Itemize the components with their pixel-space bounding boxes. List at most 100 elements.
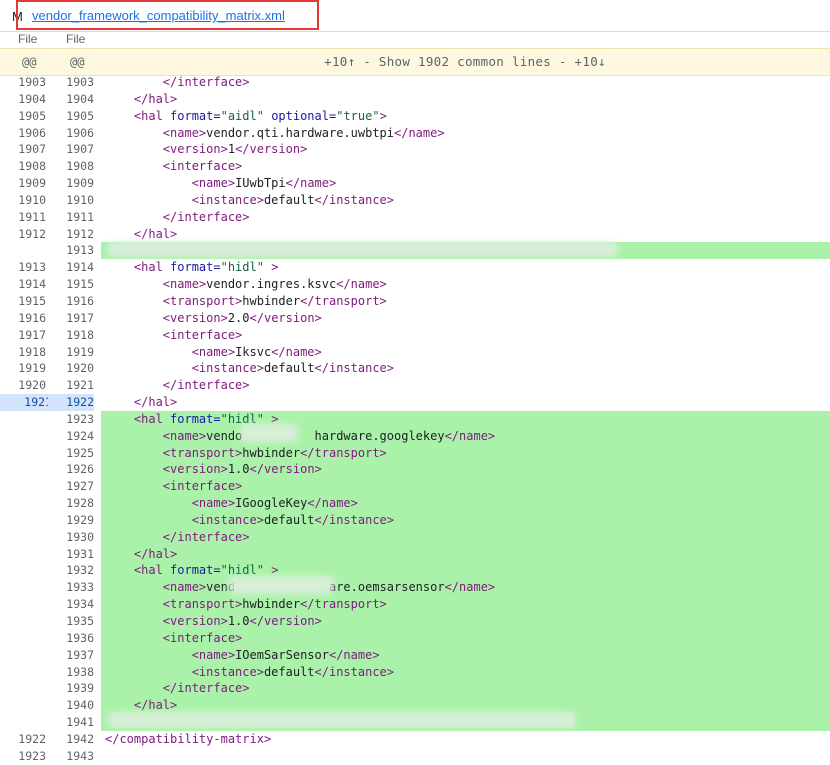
left-line-number[interactable]: 1905 bbox=[0, 108, 46, 125]
right-line-number[interactable]: 1905 bbox=[48, 108, 94, 125]
code-token-tag: <interface> bbox=[162, 630, 243, 645]
right-line-number[interactable]: 1924 bbox=[48, 428, 94, 445]
right-line-number[interactable]: 1907 bbox=[48, 141, 94, 158]
code-content: <instance>default</instance> bbox=[101, 360, 830, 377]
right-line-number[interactable]: 1926 bbox=[48, 461, 94, 478]
left-line-number[interactable]: 1911 bbox=[0, 209, 46, 226]
code-content: <transport>hwbinder</transport> bbox=[101, 596, 830, 613]
right-line-number[interactable]: 1941 bbox=[48, 714, 94, 731]
skip-common-lines-bar[interactable]: @@ @@ +10↑ - Show 1902 common lines - +1… bbox=[0, 48, 830, 76]
left-line-number[interactable]: 1912 bbox=[0, 226, 46, 243]
right-line-number[interactable]: 1934 bbox=[48, 596, 94, 613]
code-token-tag: <interface> bbox=[162, 479, 243, 494]
right-line-number[interactable]: 1923 bbox=[48, 411, 94, 428]
code-content: <interface> bbox=[101, 478, 830, 496]
left-line-number[interactable]: 1913 bbox=[0, 259, 46, 276]
left-line-number[interactable]: 1903 bbox=[0, 74, 46, 91]
code-content: <name>Iksvc</name> bbox=[101, 344, 830, 361]
right-line-number[interactable]: 1920 bbox=[48, 360, 94, 377]
right-line-number[interactable]: 1930 bbox=[48, 529, 94, 546]
code-token-txt: default bbox=[263, 361, 315, 376]
left-line-number[interactable]: 1909 bbox=[0, 175, 46, 192]
code-token-tag: </hal> bbox=[133, 546, 178, 561]
left-line-number[interactable]: 1920 bbox=[0, 377, 46, 394]
left-line-number[interactable]: 1918 bbox=[0, 344, 46, 361]
left-line-number[interactable]: 1922 bbox=[0, 731, 46, 748]
added-diff-line: 1937 <name>IOemSarSensor</name> bbox=[0, 646, 830, 664]
left-line-number[interactable]: 1923 bbox=[0, 748, 46, 765]
file-header: M vendor_framework_compatibility_matrix.… bbox=[0, 0, 830, 32]
right-line-number[interactable]: 1916 bbox=[48, 293, 94, 310]
code-token-tag: </compatibility-matrix> bbox=[105, 731, 272, 746]
left-line-number[interactable]: 1907 bbox=[0, 141, 46, 158]
right-line-number[interactable]: 1939 bbox=[48, 680, 94, 697]
diff-lines: 1903 1903 </interface> 1904 1904 </hal> 1905… bbox=[0, 74, 830, 765]
added-diff-line: 1925 <transport>hwbinder</transport> bbox=[0, 444, 830, 462]
code-token-tag: <instance> bbox=[191, 192, 264, 207]
right-line-number[interactable]: 1937 bbox=[48, 647, 94, 664]
left-line-number[interactable]: 1919 bbox=[0, 360, 46, 377]
right-line-number[interactable]: 1913 bbox=[48, 242, 94, 259]
diff-line: 1918 1919 <name>Iksvc</name> bbox=[0, 344, 830, 361]
right-line-number[interactable]: 1938 bbox=[48, 664, 94, 681]
right-line-number[interactable]: 1942 bbox=[48, 731, 94, 748]
added-diff-line: 1936 <interface> bbox=[0, 629, 830, 647]
added-diff-line: 1934 <transport>hwbinder</transport> bbox=[0, 596, 830, 613]
diff-line: 1921 1922 </hal> bbox=[0, 394, 830, 411]
right-line-number[interactable]: 1912 bbox=[48, 226, 94, 243]
right-line-number[interactable]: 1922 bbox=[48, 394, 94, 411]
code-token-attr: optional= bbox=[271, 108, 337, 123]
right-line-number[interactable]: 1911 bbox=[48, 209, 94, 226]
code-content: <instance>default</instance> bbox=[101, 192, 830, 209]
right-line-number[interactable]: 1909 bbox=[48, 175, 94, 192]
code-content: <interface> bbox=[101, 158, 830, 175]
right-line-number[interactable]: 1925 bbox=[48, 445, 94, 462]
left-line-number[interactable]: 1917 bbox=[0, 327, 46, 344]
code-content: <name>vend are.oemsarsensor</name> bbox=[101, 579, 830, 597]
right-line-number[interactable]: 1921 bbox=[48, 377, 94, 394]
right-line-number[interactable]: 1929 bbox=[48, 512, 94, 529]
left-line-number[interactable]: 1904 bbox=[0, 91, 46, 108]
right-line-number[interactable]: 1933 bbox=[48, 579, 94, 596]
right-line-number[interactable]: 1903 bbox=[48, 74, 94, 91]
code-token-txt: hwbinder bbox=[242, 597, 301, 612]
code-token-tag: <name> bbox=[162, 125, 207, 140]
redaction-blur bbox=[108, 712, 576, 728]
code-token-tag: <version> bbox=[162, 614, 228, 628]
right-line-number[interactable]: 1914 bbox=[48, 259, 94, 276]
code-token-tag: </name> bbox=[394, 125, 445, 140]
right-line-number[interactable]: 1919 bbox=[48, 344, 94, 361]
left-line-number[interactable]: 1921 bbox=[0, 394, 52, 411]
code-token-tag: <instance> bbox=[191, 512, 264, 527]
right-line-number[interactable]: 1931 bbox=[48, 546, 94, 563]
right-line-number[interactable]: 1908 bbox=[48, 158, 94, 175]
right-line-number[interactable]: 1904 bbox=[48, 91, 94, 108]
right-line-number[interactable]: 1918 bbox=[48, 327, 94, 344]
code-token-tag: <hal bbox=[133, 411, 171, 426]
code-token-tag: <name> bbox=[191, 344, 236, 359]
left-line-number[interactable]: 1916 bbox=[0, 310, 46, 327]
left-line-number[interactable]: 1908 bbox=[0, 158, 46, 175]
left-line-number[interactable]: 1915 bbox=[0, 293, 46, 310]
left-line-number[interactable]: 1914 bbox=[0, 276, 46, 293]
right-line-number[interactable]: 1935 bbox=[48, 613, 94, 630]
show-common-lines-button[interactable]: +10↑ - Show 1902 common lines - +10↓ bbox=[0, 54, 830, 69]
right-line-number[interactable]: 1943 bbox=[48, 748, 94, 765]
right-line-number[interactable]: 1910 bbox=[48, 192, 94, 209]
right-line-number[interactable]: 1928 bbox=[48, 495, 94, 512]
right-line-number[interactable]: 1915 bbox=[48, 276, 94, 293]
right-line-number[interactable]: 1940 bbox=[48, 697, 94, 714]
code-content: <name>vendor.ingres.ksvc</name> bbox=[101, 276, 830, 293]
right-line-number[interactable]: 1917 bbox=[48, 310, 94, 327]
code-content: <name>IOemSarSensor</name> bbox=[101, 646, 830, 664]
right-line-number[interactable]: 1927 bbox=[48, 478, 94, 495]
code-content: <hal format="hidl" > bbox=[101, 410, 830, 428]
left-line-number[interactable]: 1910 bbox=[0, 192, 46, 209]
code-token-tag: </instance> bbox=[314, 664, 395, 679]
right-line-number[interactable]: 1906 bbox=[48, 125, 94, 142]
right-line-number[interactable]: 1932 bbox=[48, 562, 94, 579]
left-line-number[interactable]: 1906 bbox=[0, 125, 46, 142]
code-token-tag: </name> bbox=[271, 344, 322, 359]
right-line-number[interactable]: 1936 bbox=[48, 630, 94, 647]
added-diff-line: 1939 </interface> bbox=[0, 680, 830, 698]
